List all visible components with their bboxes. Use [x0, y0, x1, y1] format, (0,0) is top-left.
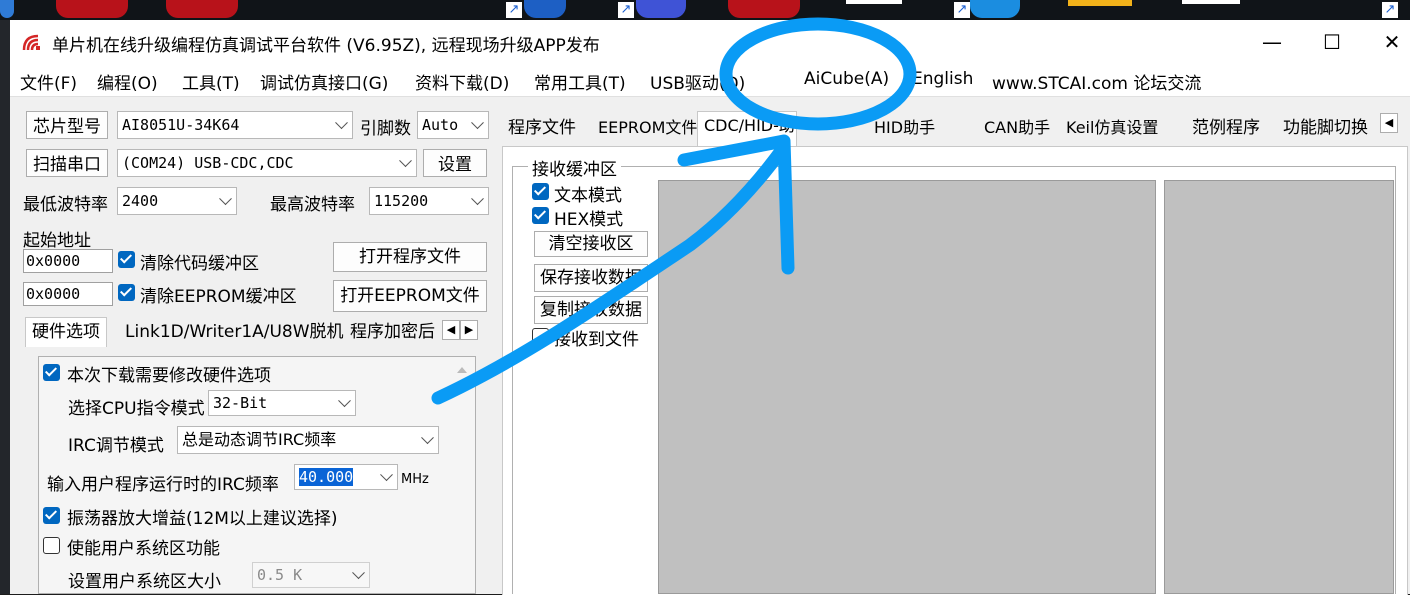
annotation-circle — [719, 17, 917, 131]
annotation-arrow-shaft — [431, 140, 791, 405]
annotation-overlay — [431, 17, 917, 405]
